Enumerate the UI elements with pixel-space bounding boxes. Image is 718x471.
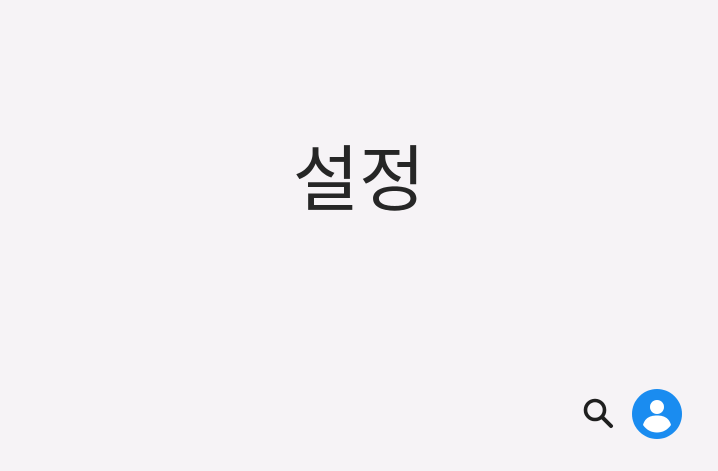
profile-button[interactable] (632, 389, 682, 439)
search-icon (583, 398, 613, 428)
page-title: 설정 (292, 138, 426, 222)
settings-header: 설정 (0, 0, 718, 471)
search-button[interactable] (576, 391, 620, 435)
account-circle-icon (632, 389, 682, 439)
header-action-bar (518, 385, 718, 443)
